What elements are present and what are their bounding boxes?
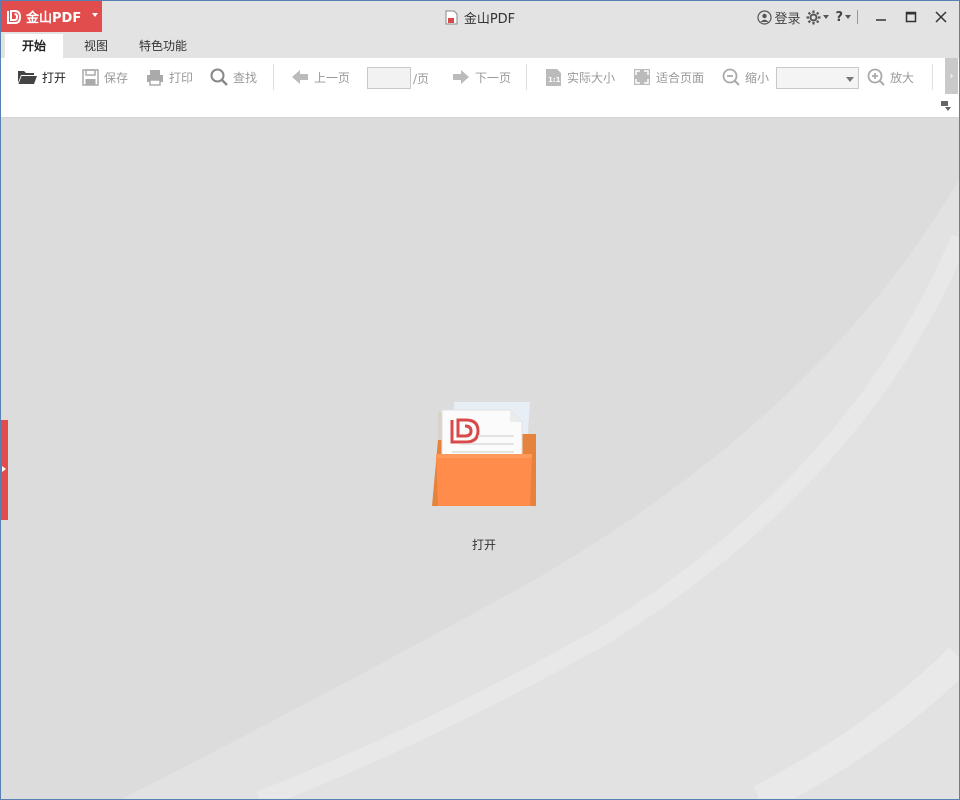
svg-text:1:1: 1:1 [548, 76, 561, 84]
toolbar-expand-icon[interactable] [940, 100, 952, 112]
chevron-down-icon [845, 15, 851, 19]
tab-start[interactable]: 开始 [5, 34, 63, 58]
zoom-out-button[interactable]: 缩小 [722, 66, 769, 88]
close-icon [935, 11, 947, 23]
zoom-in-label: 放大 [890, 70, 915, 85]
divider [857, 10, 858, 24]
chevron-right-icon [2, 466, 6, 472]
zoom-level-select[interactable] [776, 67, 859, 89]
zoom-out-icon [722, 68, 740, 86]
printer-icon [147, 69, 163, 86]
fit-page-icon [634, 69, 650, 85]
chevron-down-icon [823, 15, 830, 19]
save-icon [82, 68, 99, 86]
toolbar-scroll-right-button[interactable]: › [945, 58, 958, 94]
find-button[interactable]: 查找 [210, 66, 257, 88]
next-page-button[interactable]: 下一页 [452, 66, 511, 88]
gear-icon [806, 10, 821, 24]
pdf-document-icon [445, 10, 458, 25]
settings-button[interactable] [806, 10, 830, 25]
user-icon [757, 9, 773, 25]
divider [526, 64, 527, 90]
open-file-label: 打开 [471, 538, 496, 552]
fit-page-label: 适合页面 [656, 70, 705, 85]
ribbon-tabs: 开始 视图 特色功能 [0, 32, 960, 58]
print-button[interactable]: 打印 [146, 66, 193, 88]
divider [932, 64, 933, 90]
zoom-out-label: 缩小 [745, 70, 770, 85]
actual-size-label: 实际大小 [567, 70, 616, 85]
chevron-right-icon: › [949, 70, 954, 82]
document-workspace: 打开 [0, 118, 960, 800]
page-suffix-label: /页 [413, 72, 430, 86]
zoom-in-button[interactable]: 放大 [867, 66, 914, 88]
open-label: 打开 [42, 70, 67, 85]
close-button[interactable] [928, 6, 954, 28]
prev-page-label: 上一页 [314, 70, 351, 85]
fit-page-button[interactable]: 适合页面 [633, 66, 704, 88]
actual-size-icon: 1:1 [546, 68, 561, 86]
find-label: 查找 [233, 70, 258, 85]
next-page-label: 下一页 [475, 70, 512, 85]
zoom-in-icon [867, 68, 885, 86]
login-button[interactable]: 登录 [757, 8, 800, 27]
search-icon [210, 68, 228, 86]
prev-page-button[interactable]: 上一页 [291, 66, 350, 88]
open-file-area[interactable]: 打开 [426, 400, 542, 560]
divider [273, 64, 274, 90]
save-button[interactable]: 保存 [82, 66, 128, 88]
window-title-text: 金山PDF [463, 12, 516, 27]
actual-size-button[interactable]: 1:1 实际大小 [545, 66, 615, 88]
save-label: 保存 [104, 70, 129, 85]
arrow-right-icon [453, 70, 469, 84]
minimize-icon [876, 19, 886, 21]
print-label: 打印 [169, 70, 194, 85]
help-label: ? [835, 9, 843, 25]
login-label: 登录 [774, 11, 801, 27]
help-button[interactable]: ? [835, 10, 851, 25]
maximize-button[interactable] [898, 6, 924, 28]
page-number-input[interactable] [367, 67, 411, 89]
open-folder-icon [432, 402, 536, 506]
minimize-button[interactable] [868, 6, 894, 28]
open-button[interactable]: 打开 [17, 66, 66, 88]
arrow-left-icon [292, 70, 308, 84]
maximize-icon [905, 11, 917, 23]
tab-special-features[interactable]: 特色功能 [123, 34, 203, 58]
title-bar: 金山PDF 金山PDF 登录 ? [0, 0, 960, 32]
tab-view[interactable]: 视图 [68, 34, 124, 58]
chevron-down-icon [846, 77, 854, 82]
side-panel-toggle[interactable] [0, 420, 8, 520]
folder-open-icon [18, 71, 37, 84]
